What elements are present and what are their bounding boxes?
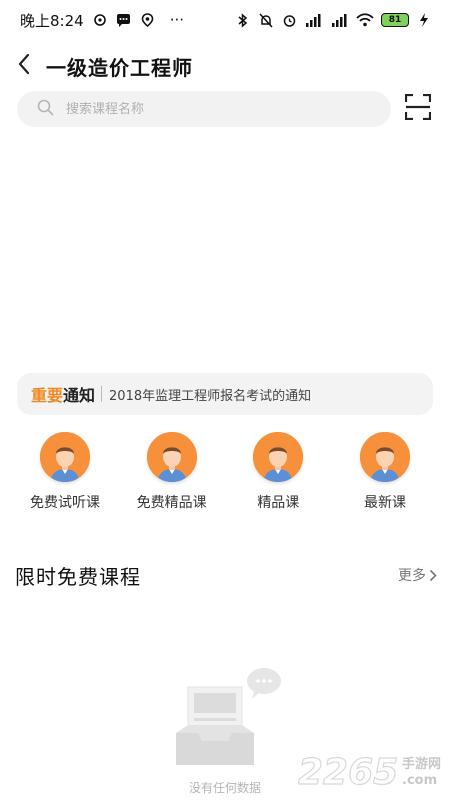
- status-time: 晚上8:24: [20, 11, 84, 30]
- status-left: 晚上8:24 ···: [20, 10, 184, 31]
- category-latest[interactable]: 最新课: [332, 432, 438, 522]
- category-grid: 免费试听课 免费精品课 精品课 最新课: [12, 432, 438, 522]
- wifi-icon: [356, 12, 374, 28]
- category-label: 免费精品课: [136, 495, 207, 511]
- search-icon: [37, 99, 54, 120]
- svg-text:.com: .com: [402, 773, 437, 788]
- chevron-right-icon: [429, 569, 437, 582]
- notice-label: 重要 通知: [31, 382, 95, 406]
- search-box[interactable]: [17, 91, 391, 127]
- notice-bar[interactable]: 重要 通知 2018年监理工程师报名考试的通知: [17, 373, 433, 415]
- more-label: 更多: [398, 568, 426, 584]
- scan-icon: [404, 93, 432, 124]
- status-right: 81: [235, 12, 432, 28]
- empty-text: 没有任何数据: [188, 781, 261, 795]
- notice-label-important: 重要: [31, 386, 64, 405]
- section-title: 限时免费课程: [15, 564, 141, 589]
- search-row: [17, 91, 433, 127]
- status-bar: 晚上8:24 ··· 81: [0, 0, 450, 40]
- sync-icon: [92, 12, 108, 28]
- empty-inbox-icon: [168, 665, 286, 770]
- bluetooth-icon: [235, 12, 251, 28]
- category-label: 免费试听课: [30, 495, 100, 511]
- svg-text:2265: 2265: [298, 752, 398, 792]
- category-free-trial[interactable]: 免费试听课: [12, 432, 118, 522]
- alarm-icon: [281, 12, 297, 28]
- title-bar: 一级造价工程师: [0, 46, 450, 86]
- message-icon: [116, 12, 132, 28]
- watermark-logo: 2265 手游网 .com: [297, 748, 450, 793]
- more-link[interactable]: 更多: [398, 565, 437, 585]
- status-more: ···: [169, 11, 184, 29]
- signal-hd-icon: [304, 12, 324, 28]
- notice-divider: [101, 386, 103, 402]
- section-header: 限时免费课程 更多: [15, 560, 437, 590]
- scan-button[interactable]: [403, 93, 433, 124]
- category-premium[interactable]: 精品课: [225, 432, 331, 522]
- avatar-icon: [253, 432, 304, 482]
- avatar-icon: [146, 432, 197, 482]
- avatar-icon: [359, 432, 410, 482]
- charging-icon: [416, 12, 432, 28]
- page-title: 一级造价工程师: [46, 55, 193, 80]
- chevron-left-icon: [17, 53, 31, 79]
- battery-indicator: 81: [381, 13, 409, 27]
- svg-text:手游网: 手游网: [402, 756, 441, 772]
- back-button[interactable]: [2, 46, 46, 86]
- category-free-premium[interactable]: 免费精品课: [119, 432, 225, 522]
- location-icon: [140, 12, 156, 28]
- signal-icon: [331, 12, 349, 28]
- category-label: 最新课: [363, 495, 406, 511]
- notice-label-notice: 通知: [63, 386, 96, 405]
- mute-bell-icon: [258, 12, 274, 28]
- category-label: 精品课: [257, 495, 300, 511]
- notice-text[interactable]: 2018年监理工程师报名考试的通知: [109, 385, 311, 404]
- avatar-icon: [40, 432, 90, 482]
- search-input[interactable]: [66, 101, 366, 117]
